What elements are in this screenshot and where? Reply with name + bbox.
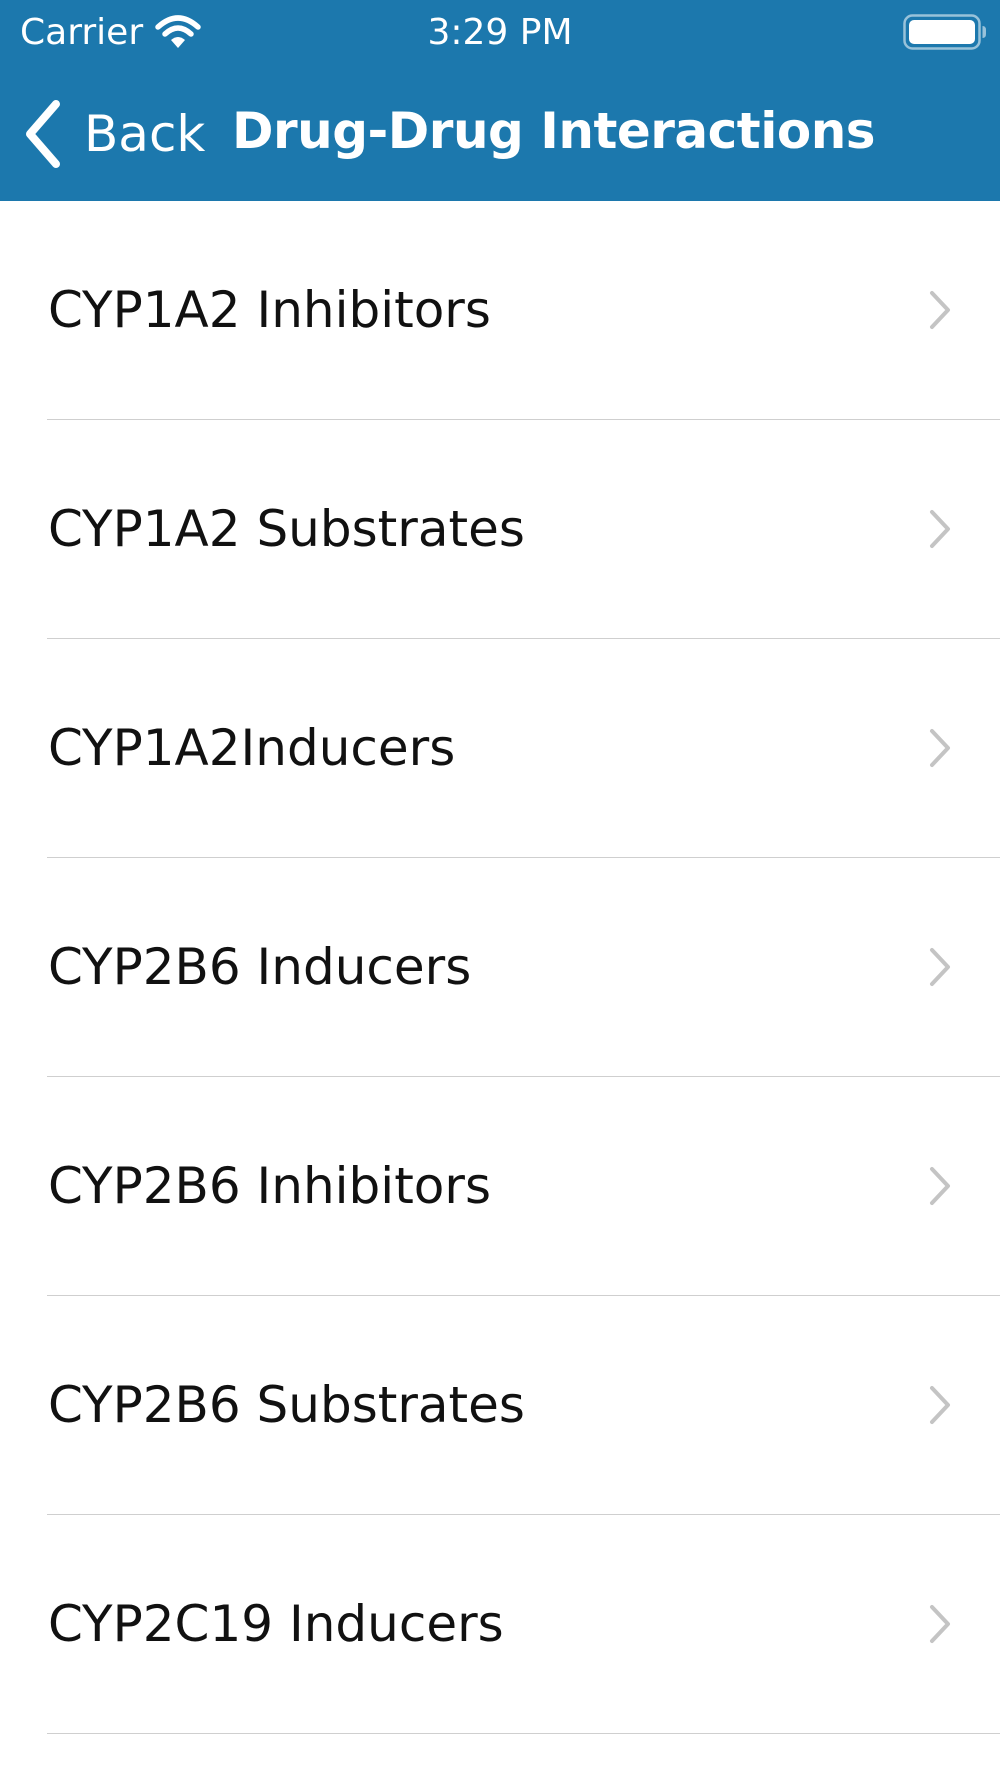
interaction-list: CYP1A2 Inhibitors CYP1A2 Substrates CYP1… — [0, 201, 1000, 1734]
list-item[interactable]: CYP1A2Inducers — [0, 639, 1000, 858]
chevron-right-icon — [930, 510, 950, 548]
list-item-label: CYP1A2Inducers — [48, 719, 456, 777]
divider — [47, 1732, 1000, 1734]
list-item[interactable]: CYP2B6 Substrates — [0, 1296, 1000, 1515]
clock: 3:29 PM — [427, 12, 573, 53]
back-button[interactable]: Back — [22, 96, 205, 172]
list-item[interactable]: CYP2B6 Inhibitors — [0, 1077, 1000, 1296]
app-header: Carrier 3:29 PM Back Drug-Drug Interacti… — [0, 0, 1000, 201]
list-item[interactable]: CYP2B6 Inducers — [0, 858, 1000, 1077]
chevron-right-icon — [930, 1167, 950, 1205]
chevron-right-icon — [930, 291, 950, 329]
list-item-label: CYP1A2 Inhibitors — [48, 281, 491, 339]
chevron-right-icon — [930, 1605, 950, 1643]
chevron-right-icon — [930, 948, 950, 986]
list-item[interactable]: CYP1A2 Inhibitors — [0, 201, 1000, 420]
list-item[interactable]: CYP1A2 Substrates — [0, 420, 1000, 639]
chevron-left-icon — [26, 100, 60, 168]
list-item-label: CYP2C19 Inducers — [48, 1595, 504, 1653]
navigation-bar: Back Drug-Drug Interactions — [0, 66, 1000, 201]
status-bar: Carrier 3:29 PM — [0, 0, 1000, 66]
chevron-right-icon — [930, 1386, 950, 1424]
page-title: Drug-Drug Interactions — [232, 102, 876, 160]
list-item-label: CYP1A2 Substrates — [48, 500, 525, 558]
list-item[interactable]: CYP2C19 Inducers — [0, 1515, 1000, 1734]
chevron-right-icon — [930, 729, 950, 767]
list-item-label: CYP2B6 Inhibitors — [48, 1157, 491, 1215]
list-item-label: CYP2B6 Substrates — [48, 1376, 525, 1434]
list-item-label: CYP2B6 Inducers — [48, 938, 472, 996]
battery-icon — [903, 14, 986, 50]
back-button-label: Back — [84, 105, 206, 163]
